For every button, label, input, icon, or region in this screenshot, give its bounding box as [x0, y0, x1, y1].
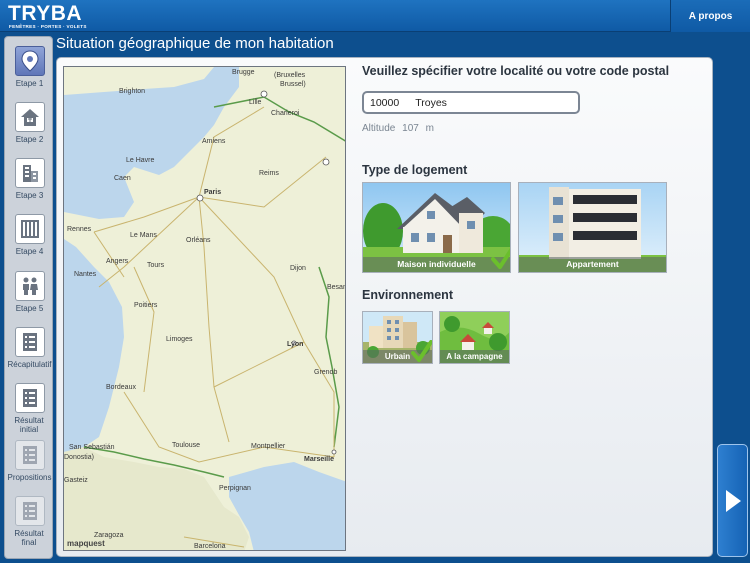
- svg-text:Poitiers: Poitiers: [134, 302, 158, 309]
- altitude-label: Altitude: [362, 123, 396, 134]
- house-icon: [14, 102, 45, 132]
- svg-text:Reims: Reims: [259, 170, 279, 177]
- tryba-logo: TRYBA FENÊTRES · PORTES · VOLETS: [6, 2, 90, 30]
- svg-text:Orléans: Orléans: [186, 237, 211, 244]
- svg-text:Nantes: Nantes: [74, 271, 97, 278]
- svg-text:(Bruxelles: (Bruxelles: [274, 72, 306, 79]
- svg-text:San Sebastián: San Sebastián: [69, 444, 115, 451]
- housing-option-label: Maison individuelle: [363, 257, 510, 272]
- svg-text:Caen: Caen: [114, 175, 131, 182]
- svg-text:Brugge: Brugge: [232, 69, 255, 76]
- about-button[interactable]: A propos: [670, 0, 750, 32]
- location-heading: Veuillez spécifier votre localité ou vot…: [362, 64, 670, 78]
- sidebar-item-label: Etape 4: [15, 247, 44, 256]
- sidebar-item-label: Etape 2: [15, 135, 44, 144]
- page-title: Situation géographique de mon habitation: [56, 35, 334, 52]
- sidebar-item-recapitulatif[interactable]: Récapitulatif: [5, 327, 54, 369]
- svg-text:Bordeaux: Bordeaux: [106, 384, 136, 391]
- sidebar-item-label: Récapitulatif: [7, 360, 52, 369]
- svg-text:Rennes: Rennes: [67, 226, 92, 233]
- sidebar-item-etape-4[interactable]: Etape 4: [5, 214, 54, 256]
- housing-option-maison[interactable]: Maison individuelle: [362, 182, 511, 273]
- svg-text:mapquest: mapquest: [67, 539, 105, 548]
- svg-text:Paris: Paris: [204, 189, 221, 196]
- france-map[interactable]: Brighton Brugge (Bruxelles Brussel) Char…: [63, 66, 346, 551]
- sidebar-item-label: Résultat final: [14, 529, 44, 547]
- sidebar-item-label: Résultat initial: [14, 416, 44, 434]
- svg-text:Marseille: Marseille: [304, 456, 334, 463]
- svg-text:Besanço: Besanço: [327, 284, 346, 291]
- sidebar-item-label: Etape 1: [15, 79, 44, 88]
- location-pin-icon: [14, 46, 45, 76]
- steps-sidebar: Etape 1 Etape 2 Etape 3 Etape 4 Etape 5 …: [4, 36, 53, 559]
- location-input[interactable]: 10000 Troyes: [362, 91, 580, 114]
- altitude-value: 107: [402, 123, 419, 134]
- svg-text:Charleroi: Charleroi: [271, 110, 300, 117]
- sidebar-item-label: Etape 5: [15, 304, 44, 313]
- altitude-unit: m: [425, 123, 434, 134]
- svg-text:Le Havre: Le Havre: [126, 157, 155, 164]
- sidebar-item-propositions[interactable]: Propositions: [5, 440, 54, 482]
- svg-text:Brighton: Brighton: [119, 88, 145, 95]
- svg-text:Limoges: Limoges: [166, 336, 193, 343]
- svg-text:Dijon: Dijon: [290, 265, 306, 272]
- content-panel: Brighton Brugge (Bruxelles Brussel) Char…: [56, 57, 713, 557]
- sidebar-item-etape-3[interactable]: Etape 3: [5, 158, 54, 200]
- svg-text:Brussel): Brussel): [280, 81, 306, 88]
- environment-option-label: A la campagne: [440, 350, 509, 363]
- sidebar-item-label: Propositions: [7, 473, 52, 482]
- top-bar: TRYBA FENÊTRES · PORTES · VOLETS A propo…: [0, 0, 750, 32]
- svg-text:Montpellier: Montpellier: [251, 443, 286, 450]
- svg-text:Gasteiz: Gasteiz: [64, 477, 88, 484]
- checklist-icon: [14, 327, 45, 357]
- altitude-readout: Altitude 107 m: [362, 123, 438, 134]
- svg-text:Barcelona: Barcelona: [194, 543, 226, 550]
- checkmark-icon: [411, 340, 432, 362]
- svg-text:Amiens: Amiens: [202, 138, 226, 145]
- next-button[interactable]: [717, 444, 748, 557]
- building-icon: [14, 158, 45, 188]
- window-icon: [14, 214, 45, 244]
- svg-text:Donostia): Donostia): [64, 454, 94, 461]
- checkmark-icon: [491, 247, 510, 269]
- svg-text:Zaragoza: Zaragoza: [94, 532, 124, 539]
- housing-option-label: Appartement: [519, 257, 666, 272]
- logo-text: TRYBA: [8, 2, 83, 25]
- svg-text:Grenob: Grenob: [314, 369, 337, 376]
- svg-text:Lyon: Lyon: [287, 341, 303, 348]
- sidebar-item-etape-5[interactable]: Etape 5: [5, 271, 54, 313]
- svg-text:Angers: Angers: [106, 258, 129, 265]
- logo-tagline: FENÊTRES · PORTES · VOLETS: [9, 24, 87, 29]
- svg-text:Le Mans: Le Mans: [130, 232, 157, 239]
- svg-text:Perpignan: Perpignan: [219, 485, 251, 492]
- housing-type-heading: Type de logement: [362, 163, 468, 177]
- checklist-icon: [14, 383, 45, 413]
- housing-option-appartement[interactable]: Appartement: [518, 182, 667, 273]
- checklist-icon: [14, 496, 45, 526]
- environment-option-campagne[interactable]: A la campagne: [439, 311, 510, 364]
- sidebar-item-resultat-initial[interactable]: Résultat initial: [5, 383, 54, 434]
- svg-text:Lille: Lille: [249, 99, 262, 106]
- sidebar-item-label: Etape 3: [15, 191, 44, 200]
- environment-option-urbain[interactable]: Urbain: [362, 311, 433, 364]
- play-arrow-icon: [725, 489, 741, 512]
- city-value: Troyes: [415, 96, 447, 109]
- checklist-icon: [14, 440, 45, 470]
- svg-text:Tours: Tours: [147, 262, 165, 269]
- sidebar-item-resultat-final[interactable]: Résultat final: [5, 496, 54, 547]
- people-icon: [14, 271, 45, 301]
- sidebar-item-etape-1[interactable]: Etape 1: [5, 46, 54, 88]
- environment-heading: Environnement: [362, 288, 453, 302]
- postal-code-value: 10000: [370, 96, 400, 109]
- svg-text:Toulouse: Toulouse: [172, 442, 200, 449]
- sidebar-item-etape-2[interactable]: Etape 2: [5, 102, 54, 144]
